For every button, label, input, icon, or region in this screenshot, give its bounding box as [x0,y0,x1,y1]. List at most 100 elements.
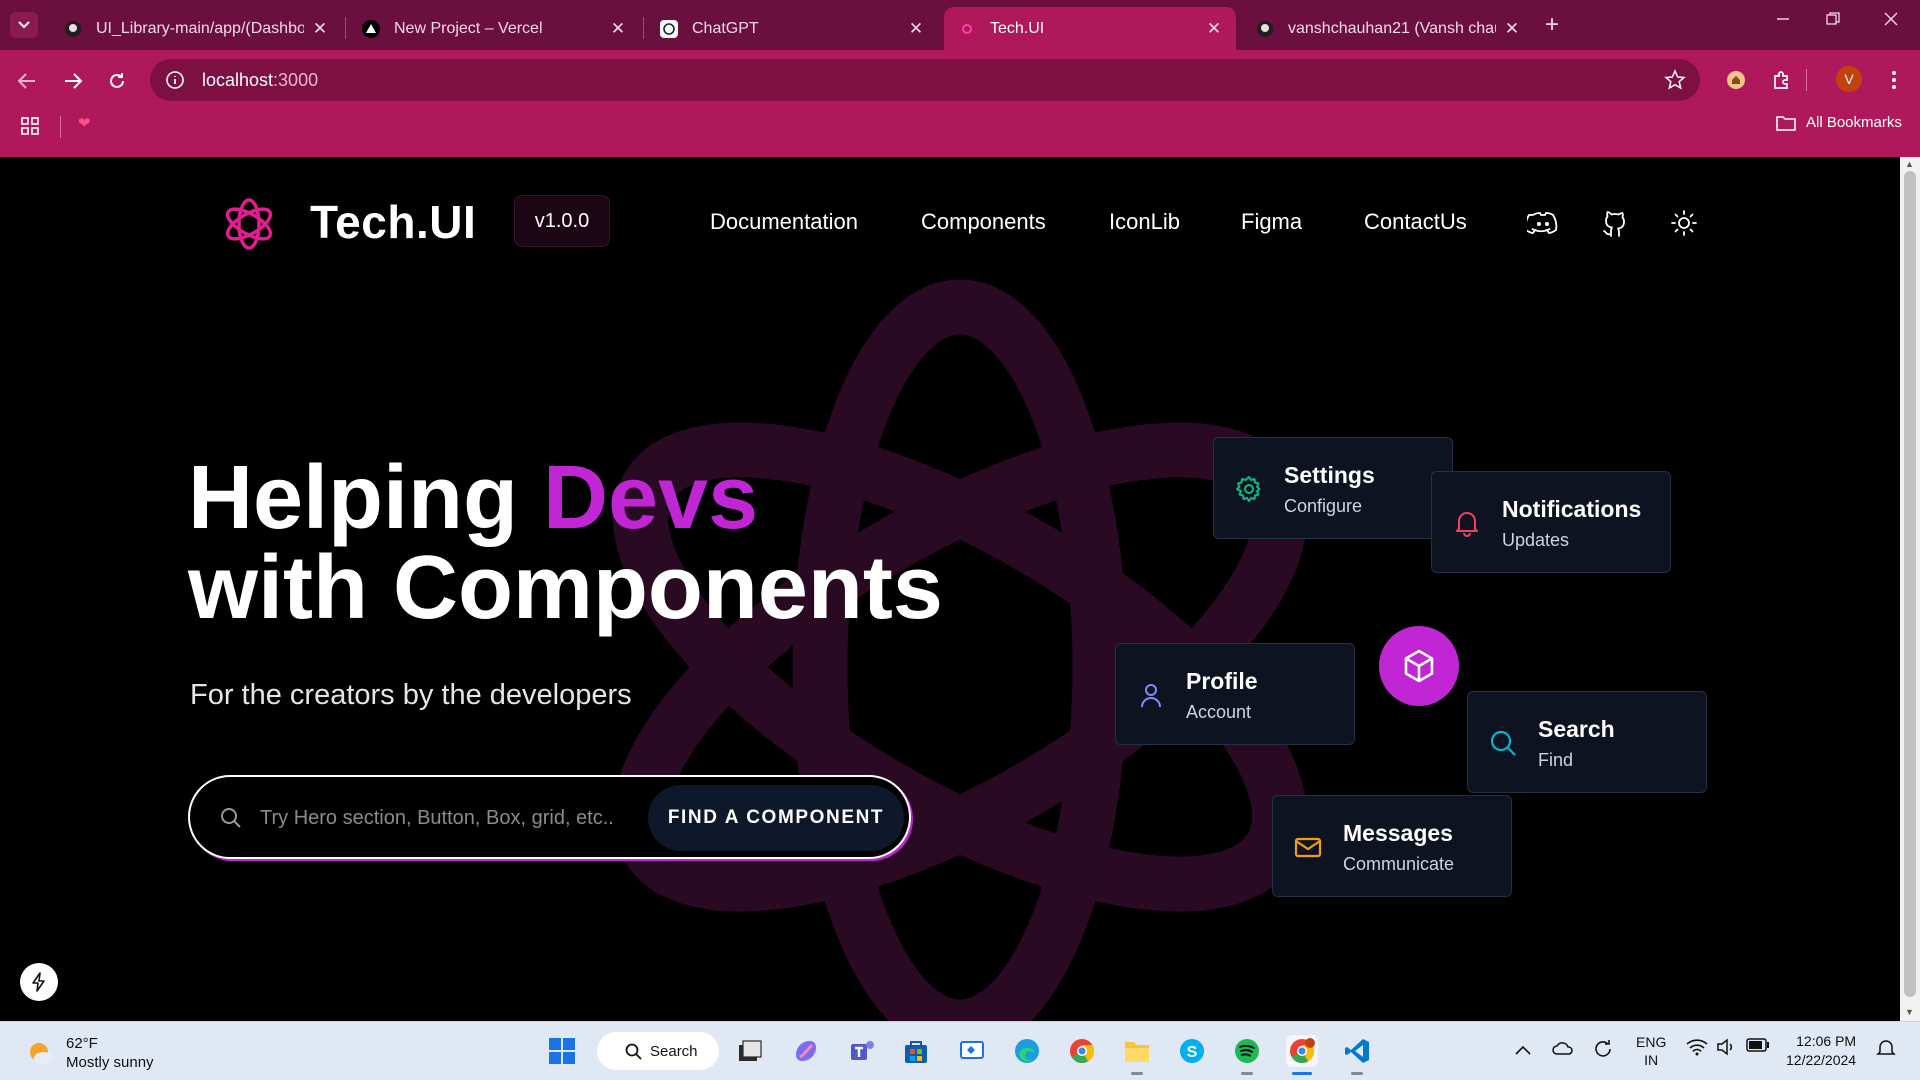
tab-close-icon[interactable]: ✕ [1504,19,1520,39]
forward-button[interactable] [58,66,88,96]
teams-icon[interactable] [846,1035,878,1067]
microsoft-store-icon[interactable] [900,1035,932,1067]
back-button[interactable] [12,66,42,96]
card-subtitle: Find [1538,750,1574,770]
weather-condition: Mostly sunny [66,1054,154,1071]
tab-title: Tech.UI [990,19,1045,37]
tab-search-button[interactable] [10,12,38,38]
tab-title: New Project – Vercel [394,19,543,37]
clock-date: 12/22/2024 [1786,1052,1857,1068]
reload-button[interactable] [102,66,132,96]
spotify-icon[interactable] [1231,1035,1263,1067]
windows-start-icon[interactable] [546,1035,578,1067]
tray-overflow-icon[interactable] [1515,1042,1531,1058]
profile-card[interactable]: Profile Account [1115,643,1355,745]
extension-shield-icon[interactable] [1722,66,1750,94]
tab-close-icon[interactable]: ✕ [1206,19,1222,39]
all-bookmarks-button[interactable]: All Bookmarks [1776,114,1902,131]
tab-title: vanshchauhan21 (Vansh chauha [1288,19,1496,37]
bookmark-divider [60,116,61,138]
theme-toggle-sun-icon[interactable] [1668,207,1700,239]
task-view-icon[interactable] [734,1035,766,1067]
search-card[interactable]: Search Find [1467,691,1707,793]
techui-page: Tech.UI v1.0.0 Documentation Components … [0,157,1900,1021]
remote-desktop-icon[interactable] [956,1035,988,1067]
browser-toolbar: localhost:3000 V ❤ All Bookmarks [0,50,1920,157]
scroll-up-icon[interactable]: ▲ [1905,159,1914,169]
github-icon[interactable] [1599,207,1631,239]
bookmark-star-icon[interactable] [1664,69,1686,91]
page-scrollbar[interactable]: ▲ ▼ [1900,157,1920,1021]
cube-icon [1404,649,1434,683]
chevron-down-icon [18,21,30,29]
scrollbar-thumb[interactable] [1904,171,1916,997]
weather-widget[interactable]: 62°F Mostly sunny [26,1034,154,1072]
restore-icon[interactable] [1818,10,1848,31]
language-indicator[interactable]: ENG IN [1636,1033,1666,1069]
user-icon [1141,684,1161,708]
minimize-icon[interactable] [1768,10,1798,31]
heart-bookmark-icon[interactable]: ❤ [78,114,91,132]
tab-ui-library[interactable]: UI_Library-main/app/(Dashboar ✕ [50,7,342,50]
all-bookmarks-label: All Bookmarks [1806,114,1902,131]
hero-prefix: Helping [188,448,543,548]
tab-chatgpt[interactable]: ChatGPT ✕ [646,7,938,50]
chrome-icon[interactable] [1066,1035,1098,1067]
address-bar[interactable]: localhost:3000 [150,59,1700,101]
vscode-icon[interactable] [1341,1035,1373,1067]
messages-card[interactable]: Messages Communicate [1272,795,1512,897]
find-component-button[interactable]: FIND A COMPONENT [648,785,904,851]
lightning-button[interactable] [20,963,58,1001]
discord-icon[interactable] [1527,207,1559,239]
tab-close-icon[interactable]: ✕ [312,19,328,39]
bell-icon [1456,512,1478,537]
nav-figma[interactable]: Figma [1241,209,1302,235]
taskbar-search[interactable]: Search [597,1032,719,1070]
notification-center-icon[interactable] [1876,1038,1896,1061]
volume-icon[interactable] [1716,1038,1736,1059]
partly-sunny-icon [30,1043,54,1064]
system-clock[interactable]: 12:06 PM 12/22/2024 [1786,1032,1856,1070]
address-url: localhost:3000 [202,70,318,91]
nav-documentation[interactable]: Documentation [710,209,858,235]
extensions-puzzle-icon[interactable] [1768,66,1796,94]
brand-name[interactable]: Tech.UI [310,195,476,249]
tab-techui[interactable]: Tech.UI ✕ [944,7,1236,50]
component-search-input[interactable] [260,799,640,837]
new-tab-button[interactable]: + [1545,11,1559,39]
kebab-menu-icon[interactable] [1880,66,1908,94]
cube-badge[interactable] [1379,626,1459,706]
tab-vercel[interactable]: New Project – Vercel ✕ [348,7,640,50]
hero-heading-line2: with Components [188,538,943,638]
clock-time: 12:06 PM [1796,1033,1857,1049]
skype-icon[interactable]: S [1176,1035,1208,1067]
nav-components[interactable]: Components [921,209,1046,235]
notifications-card[interactable]: Notifications Updates [1431,471,1671,573]
taskbar-search-label: Search [650,1042,698,1060]
tab-close-icon[interactable]: ✕ [908,19,924,39]
edge-icon[interactable] [1011,1035,1043,1067]
scroll-down-icon[interactable]: ▼ [1905,1007,1914,1017]
apps-grid-icon[interactable] [20,116,40,141]
wifi-icon[interactable] [1686,1038,1708,1059]
techui-logo-icon[interactable] [222,197,276,251]
battery-icon[interactable] [1746,1038,1770,1055]
profile-avatar[interactable]: V [1836,66,1862,92]
vercel-icon [362,19,380,38]
copilot-icon[interactable] [790,1035,822,1067]
refresh-sync-icon[interactable] [1592,1038,1614,1063]
close-window-icon[interactable] [1876,10,1906,31]
site-info-icon[interactable] [164,69,186,91]
card-title: Profile [1186,668,1258,694]
tab-github-profile[interactable]: vanshchauhan21 (Vansh chauha ✕ [1242,7,1534,50]
file-explorer-icon[interactable] [1121,1035,1153,1067]
nav-iconlib[interactable]: IconLib [1109,209,1180,235]
tab-title: ChatGPT [692,19,759,37]
nav-contactus[interactable]: ContactUs [1364,209,1467,235]
chrome-profile-icon[interactable] [1286,1035,1318,1067]
settings-card[interactable]: Settings Configure [1213,437,1453,539]
cloud-sync-icon[interactable] [1552,1038,1574,1061]
card-title: Messages [1343,820,1453,846]
github-icon [64,20,82,38]
tab-close-icon[interactable]: ✕ [610,19,626,39]
